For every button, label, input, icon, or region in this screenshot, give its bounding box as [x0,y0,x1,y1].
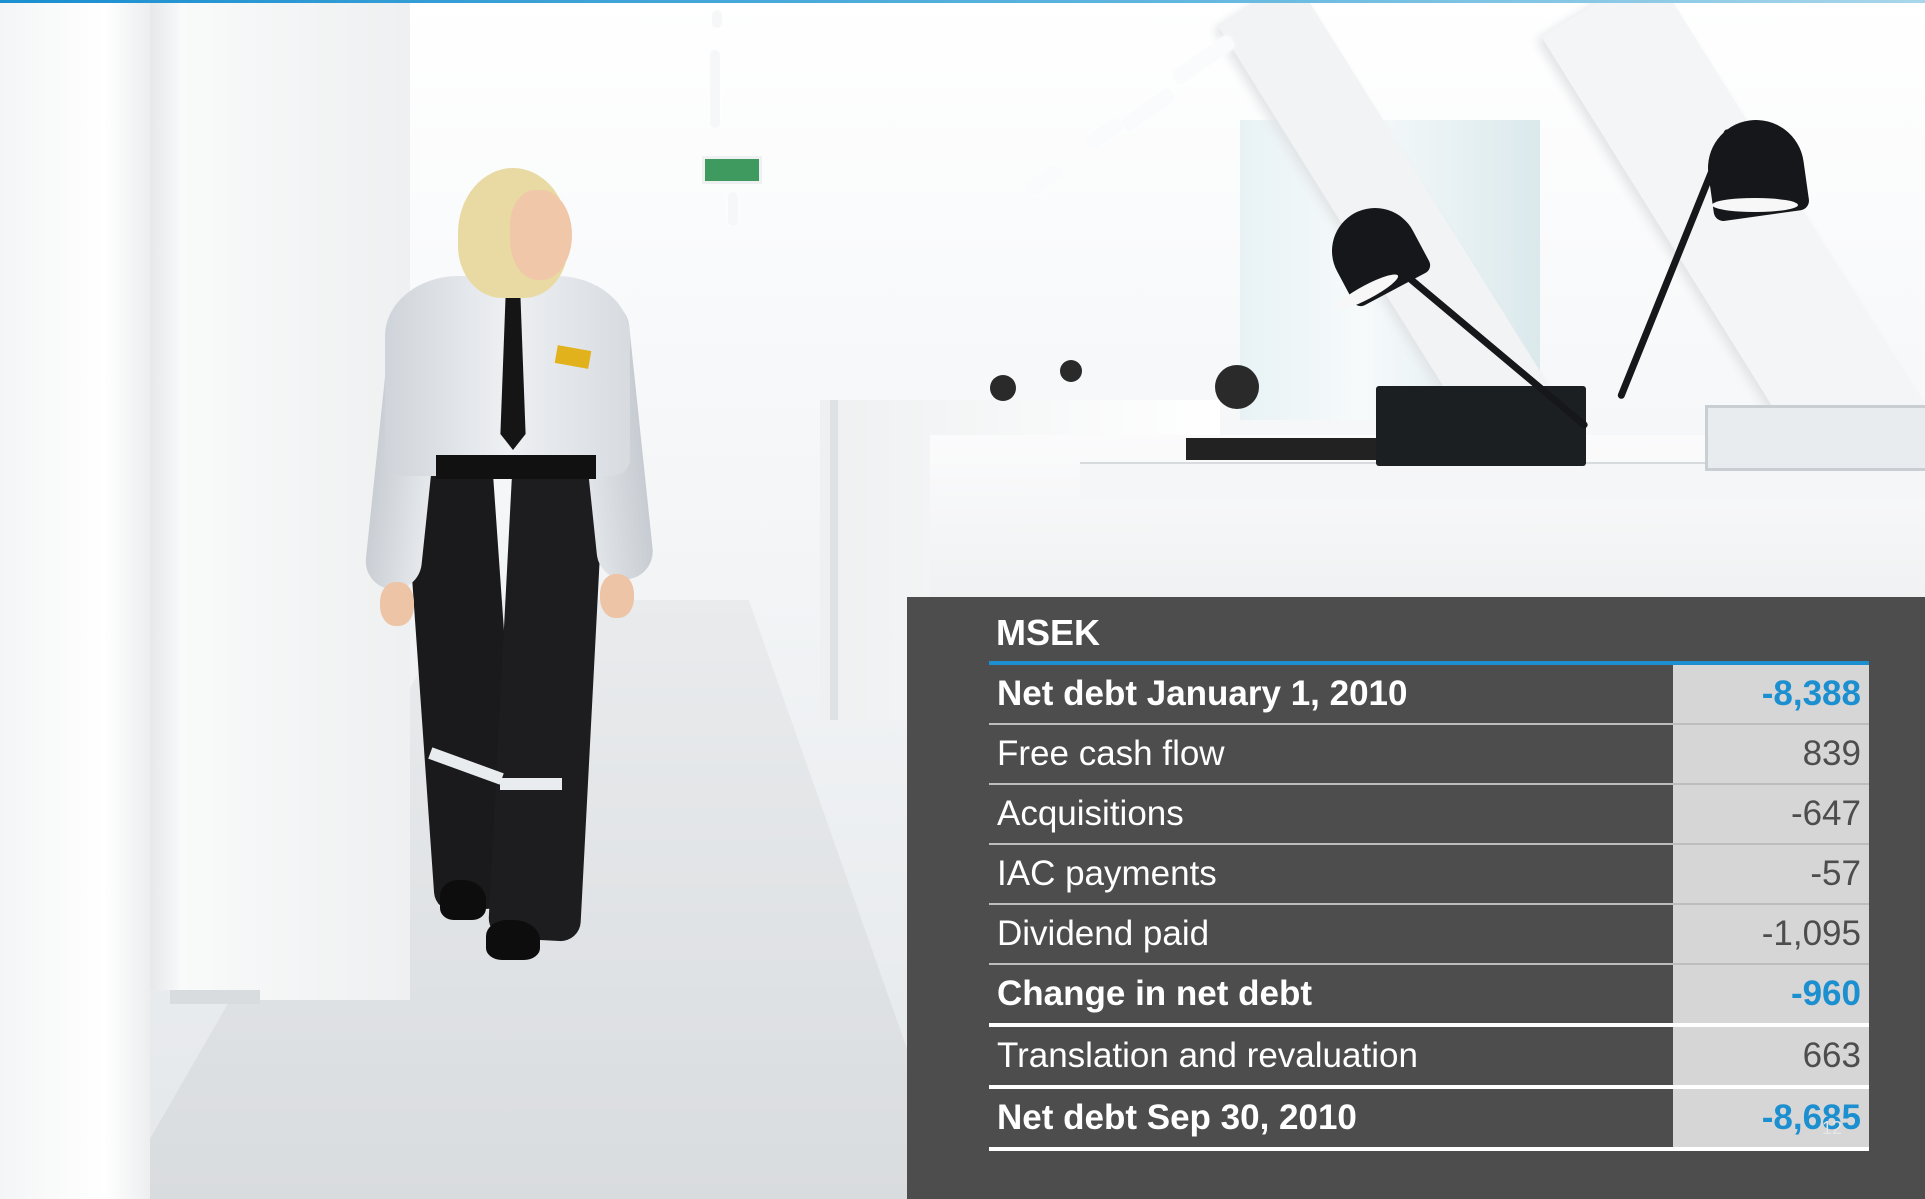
ceiling-light [1083,115,1125,153]
row-value: -1,095 [1673,905,1869,963]
row-label: Change in net debt [997,974,1312,1013]
guard-hand [600,574,634,618]
guard-shoe [440,880,486,920]
row-label: Net debt January 1, 2010 [997,674,1408,713]
table-row: Net debt Sep 30, 2010 -8,685 [989,1089,1869,1147]
ceiling-light [1023,161,1065,199]
table-row: Free cash flow 839 [989,725,1869,783]
ceiling-light [712,10,722,28]
row-value: -57 [1673,845,1869,903]
row-value: -647 [1673,785,1869,843]
office-worker [1215,365,1259,409]
desk-strip [1186,438,1376,460]
row-value: -8,388 [1673,665,1869,723]
table-row: Net debt January 1, 2010 -8,388 [989,665,1869,723]
partition-edge [830,400,838,720]
office-worker [990,375,1016,401]
table-row: Dividend paid -1,095 [989,905,1869,963]
exit-sign [702,156,762,184]
row-label: Free cash flow [997,734,1225,773]
table-row: Translation and revaluation 663 [989,1027,1869,1085]
table-header: MSEK [996,612,1101,653]
guard-hand [380,582,414,626]
ceiling-light [710,50,720,128]
row-label: Dividend paid [997,914,1210,953]
page-number: 12 [1822,1118,1843,1138]
baseboard [170,990,260,1004]
net-debt-table: Net debt January 1, 2010 -8,388 Free cas… [989,661,1869,1151]
table-row: Change in net debt -960 [989,965,1869,1023]
desk-lamp-bulb [1712,198,1798,212]
reflective-stripe [500,778,562,790]
office-worker [1060,360,1082,382]
row-value: 839 [1673,725,1869,783]
table-row: IAC payments -57 [989,845,1869,903]
monitor-screen [1705,405,1925,471]
row-label: Net debt Sep 30, 2010 [997,1098,1357,1137]
row-value: -960 [1673,965,1869,1023]
top-accent-rule [0,0,1925,3]
ceiling-light [728,192,738,226]
ceiling-light [1118,86,1178,134]
row-label: IAC payments [997,854,1217,893]
row-value: 663 [1673,1027,1869,1085]
row-divider [989,1147,1869,1151]
left-pillar [0,0,150,1199]
row-label: Acquisitions [997,794,1184,833]
ceiling-light [1169,33,1237,87]
table-row: Acquisitions -647 [989,785,1869,843]
guard-face [510,190,572,280]
guard-belt [436,455,596,479]
left-pillar-edge [150,0,180,990]
row-label: Translation and revaluation [997,1036,1418,1075]
guard-shoe [486,920,540,960]
